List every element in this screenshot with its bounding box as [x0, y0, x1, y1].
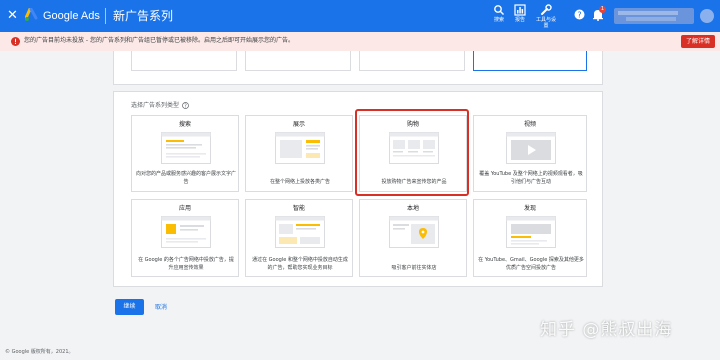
campaign-type-label: 选择广告系列类型 — [131, 102, 180, 109]
reports-icon — [514, 4, 526, 16]
tools-settings-button[interactable]: 工具与设置 — [535, 4, 557, 29]
tile-description: 覆盖 YouTube 及整个网络上的视频观看者，吸引他们与广告互动 — [479, 171, 583, 185]
warning-message: 您的广告目前均未投放 - 您的广告系列和广告组已暂停或已被移除。启用之后即可开始… — [24, 37, 294, 44]
campaign-type-search[interactable]: 搜索 向对您的产品或服务感兴趣的客户展示文字广告 — [131, 115, 239, 192]
reports-button[interactable]: 报告 — [514, 4, 526, 23]
header-divider — [105, 8, 106, 24]
selected-highlight-frame — [355, 109, 469, 196]
avatar[interactable] — [700, 9, 714, 23]
tools-label: 工具与设置 — [535, 17, 556, 29]
account-info-blurred[interactable] — [614, 8, 694, 24]
learn-more-button[interactable]: 了解详情 — [681, 35, 715, 48]
close-icon[interactable]: ✕ — [7, 7, 18, 25]
display-ad-illustration-icon — [275, 132, 325, 164]
account-name-redacted — [618, 11, 678, 15]
page-title: 新广告系列 — [113, 9, 174, 23]
error-icon — [11, 37, 20, 46]
help-circle-icon[interactable]: ? — [182, 102, 189, 109]
wrench-icon — [541, 4, 552, 15]
tile-description: 向对您的产品或服务感兴趣的客户展示文字广告 — [136, 171, 237, 185]
help-icon[interactable]: ? — [574, 9, 585, 20]
notification-badge: 1 — [599, 6, 606, 13]
tile-description: 吸引客户前往实体店 — [391, 265, 437, 271]
tile-title: 应用 — [178, 205, 191, 212]
continue-button[interactable]: 继续 — [115, 299, 144, 315]
tile-title: 展示 — [292, 121, 305, 128]
svg-text:?: ? — [184, 103, 187, 109]
search-icon — [494, 5, 504, 15]
tile-description: 在 YouTube、Gmail、Google 探索及其他更多优质广告空间投放广告 — [478, 257, 584, 271]
app-ad-illustration-icon — [161, 216, 211, 248]
campaign-type-local[interactable]: 本地 吸引客户前往实体店 — [359, 199, 467, 277]
campaign-type-app[interactable]: 应用 在 Google 的各个广告网络中投放广告，提升应用宣传效果 — [131, 199, 239, 277]
tile-description: 在 Google 的各个广告网络中投放广告，提升应用宣传效果 — [138, 257, 234, 271]
tile-description: 通过在 Google 和整个网络中投放自动生成的广告，帮助您实现业务目标 — [252, 257, 348, 271]
goal-tile-partial[interactable] — [245, 51, 351, 71]
svg-text:?: ? — [577, 10, 581, 19]
tile-description: 在整个网络上投放各类广告 — [269, 179, 330, 185]
goal-tile-partial[interactable] — [359, 51, 465, 71]
discovery-ad-illustration-icon — [506, 216, 556, 248]
campaign-type-display[interactable]: 展示 在整个网络上投放各类广告 — [245, 115, 353, 192]
campaign-type-discovery[interactable]: 发现 在 YouTube、Gmail、Google 探索及其他更多优质广告空间投… — [473, 199, 587, 277]
tile-title: 视频 — [523, 121, 536, 128]
copyright-footer: © Google 版权所有，2021。 — [5, 349, 74, 355]
tile-title: 本地 — [406, 205, 419, 212]
cancel-button[interactable]: 取消 — [155, 303, 167, 312]
top-bar: ✕ Google Ads 新广告系列 搜索 报告 工具与设置 ? 1 — [0, 0, 720, 32]
goal-tile-partial[interactable] — [131, 51, 237, 71]
search-button[interactable]: 搜索 — [493, 4, 505, 23]
search-ad-illustration-icon — [161, 132, 211, 164]
app-name: Google Ads — [43, 10, 100, 22]
local-map-illustration-icon — [389, 216, 439, 248]
search-label: 搜索 — [493, 17, 504, 23]
account-id-redacted — [626, 17, 676, 21]
warning-banner: 您的广告目前均未投放 - 您的广告系列和广告组已暂停或已被移除。启用之后即可开始… — [0, 32, 720, 51]
video-ad-illustration-icon — [506, 132, 556, 164]
campaign-type-video[interactable]: 视频 覆盖 YouTube 及整个网络上的视频观看者，吸引他们与广告互动 — [473, 115, 587, 192]
google-ads-logo-icon — [25, 8, 38, 21]
reports-label: 报告 — [514, 17, 525, 23]
tile-title: 发现 — [523, 205, 536, 212]
watermark-text: 知乎 @熊叔出海 — [540, 320, 673, 340]
campaign-type-smart[interactable]: 智能 通过在 Google 和整个网络中投放自动生成的广告，帮助您实现业务目标 — [245, 199, 353, 277]
tile-title: 智能 — [292, 205, 305, 212]
smart-ad-illustration-icon — [275, 216, 325, 248]
goal-tile-partial-selected[interactable] — [473, 51, 587, 71]
tile-title: 搜索 — [178, 121, 191, 128]
